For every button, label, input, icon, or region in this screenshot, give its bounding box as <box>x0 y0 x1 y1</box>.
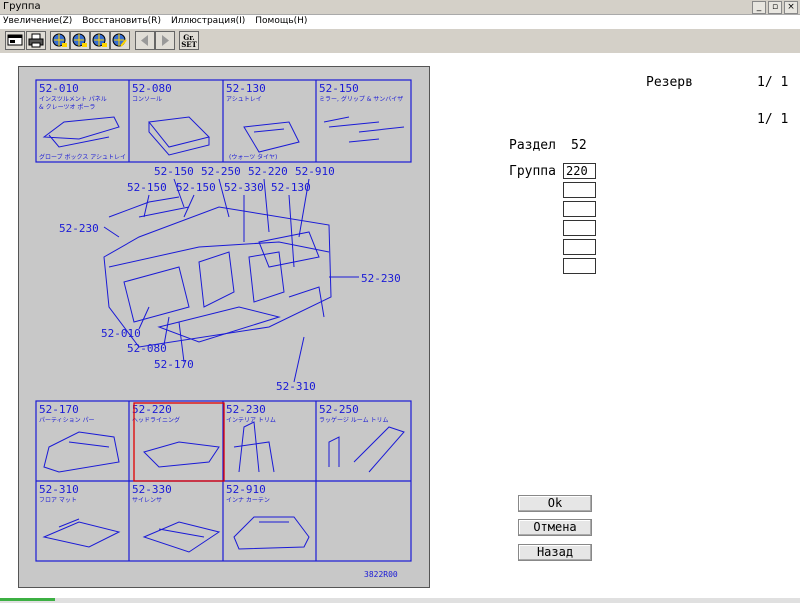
next-button[interactable] <box>155 31 175 50</box>
group-field-3[interactable] <box>563 201 596 217</box>
part-52-230-desc: インテリア トリム <box>226 417 276 424</box>
part-52-010-desc3: グローブ ボックス アシュトレイ <box>39 153 126 161</box>
section-value: 52 <box>571 138 587 153</box>
globe-search-icon <box>52 33 67 47</box>
mid-label-52-220[interactable]: 52-220 <box>248 165 288 178</box>
part-52-170-label[interactable]: 52-170 <box>39 403 79 416</box>
set-label: SET <box>181 39 197 49</box>
search-button-3[interactable] <box>90 31 110 50</box>
status-strip <box>0 598 800 603</box>
top-sketches <box>42 116 405 156</box>
part-52-330-label[interactable]: 52-330 <box>132 483 172 496</box>
part-52-010-label[interactable]: 52-010 <box>39 82 79 95</box>
back-button[interactable]: Назад <box>518 544 592 561</box>
parts-diagram: 52-010 インスツルメント パネル & クレーツオ ポーラ グローブ ボック… <box>35 79 412 579</box>
part-52-910-label[interactable]: 52-910 <box>226 483 266 496</box>
part-52-150-label[interactable]: 52-150 <box>319 82 359 95</box>
search-button-1[interactable] <box>50 31 70 50</box>
mid-label-52-330[interactable]: 52-330 <box>224 181 264 194</box>
menu-illustration[interactable]: Иллюстрация(I) <box>171 15 245 28</box>
part-52-910-desc: インナ カーテン <box>226 497 270 504</box>
window-title: Группа <box>3 1 41 12</box>
part-52-230-label[interactable]: 52-230 <box>226 403 266 416</box>
mid-label-52-250[interactable]: 52-250 <box>201 165 241 178</box>
group-field-2[interactable] <box>563 182 596 198</box>
group-field-4[interactable] <box>563 220 596 236</box>
part-52-080-label[interactable]: 52-080 <box>132 82 172 95</box>
ok-button[interactable]: Ok <box>518 495 592 512</box>
part-52-220-desc: ヘッドライニング <box>132 416 180 424</box>
print-preview-button[interactable] <box>5 31 25 50</box>
mid-label-52-010[interactable]: 52-010 <box>101 327 141 340</box>
mid-label-52-910[interactable]: 52-910 <box>295 165 335 178</box>
menu-help[interactable]: Помощь(H) <box>255 15 307 28</box>
part-52-010-desc2: & クレーツオ ポーラ <box>39 103 95 111</box>
maximize-button[interactable]: ▫ <box>768 1 782 14</box>
part-52-250-desc: ラッゲージ ルーム トリム <box>319 416 389 424</box>
part-52-150-desc1: ミラー, グリップ & サンバイザ <box>319 95 403 103</box>
part-52-310-desc: フロア マット <box>39 497 77 504</box>
group-field-5[interactable] <box>563 239 596 255</box>
search-button-2[interactable] <box>70 31 90 50</box>
close-button[interactable]: × <box>784 1 798 14</box>
page-indicator-2: 1/ 1 <box>757 112 789 127</box>
illustration-code: 3822R00 <box>364 570 398 579</box>
printer-icon <box>28 33 44 48</box>
window-controls: _ ▫ × <box>752 1 798 14</box>
previous-button[interactable] <box>135 31 155 50</box>
menu-bar: Увеличение(Z) Восстановить(R) Иллюстраци… <box>0 15 800 28</box>
illustration-panel: 52-010 インスツルメント パネル & クレーツオ ポーラ グローブ ボック… <box>18 66 430 588</box>
minimize-button[interactable]: _ <box>752 1 766 14</box>
group-set-button[interactable]: Gr. SET <box>179 31 199 50</box>
toolbar: Gr. SET <box>0 28 800 54</box>
globe-pencil-icon <box>112 33 127 47</box>
group-field-1[interactable]: 220 <box>563 163 596 179</box>
print-button[interactable] <box>26 31 46 50</box>
mid-label-52-150-c[interactable]: 52-150 <box>176 181 216 194</box>
arrow-right-icon <box>162 35 169 46</box>
arrow-left-icon <box>141 35 148 46</box>
part-52-130-desc1: アシュトレイ <box>226 96 262 103</box>
part-52-170-desc: パーティション パー <box>39 417 95 424</box>
menu-restore[interactable]: Восстановить(R) <box>82 15 161 28</box>
mid-label-52-310[interactable]: 52-310 <box>276 380 316 393</box>
part-52-010-desc1: インスツルメント パネル <box>39 96 107 103</box>
mid-label-52-230-b[interactable]: 52-230 <box>361 272 401 285</box>
group-field-6[interactable] <box>563 258 596 274</box>
part-52-250-label[interactable]: 52-250 <box>319 403 359 416</box>
section-label: Раздел <box>509 138 556 153</box>
part-52-130-label[interactable]: 52-130 <box>226 82 266 95</box>
part-52-130-desc2: (ウォーツ タイヤ) <box>229 153 277 161</box>
cancel-button[interactable]: Отмена <box>518 519 592 536</box>
part-52-310-label[interactable]: 52-310 <box>39 483 79 496</box>
title-bar: Группа _ ▫ × <box>0 0 800 15</box>
menu-zoom[interactable]: Увеличение(Z) <box>3 15 72 28</box>
mid-label-52-150-b[interactable]: 52-150 <box>127 181 167 194</box>
status-indicator <box>0 598 55 601</box>
mid-label-52-130[interactable]: 52-130 <box>271 181 311 194</box>
part-52-330-desc: サイレンサ <box>132 497 162 504</box>
part-52-220-label[interactable]: 52-220 <box>132 403 172 416</box>
mid-label-52-170[interactable]: 52-170 <box>154 358 194 371</box>
mid-label-52-230-a[interactable]: 52-230 <box>59 222 99 235</box>
globe-search-icon <box>92 33 107 47</box>
globe-search-icon <box>72 33 87 47</box>
mid-label-52-150-a[interactable]: 52-150 <box>154 165 194 178</box>
page-indicator-1: 1/ 1 <box>757 75 789 90</box>
part-52-080-desc1: コンソール <box>132 96 162 103</box>
search-button-4[interactable] <box>110 31 130 50</box>
group-label: Группа <box>509 164 556 179</box>
reserve-label: Резерв <box>646 75 693 90</box>
window-icon <box>7 34 23 46</box>
